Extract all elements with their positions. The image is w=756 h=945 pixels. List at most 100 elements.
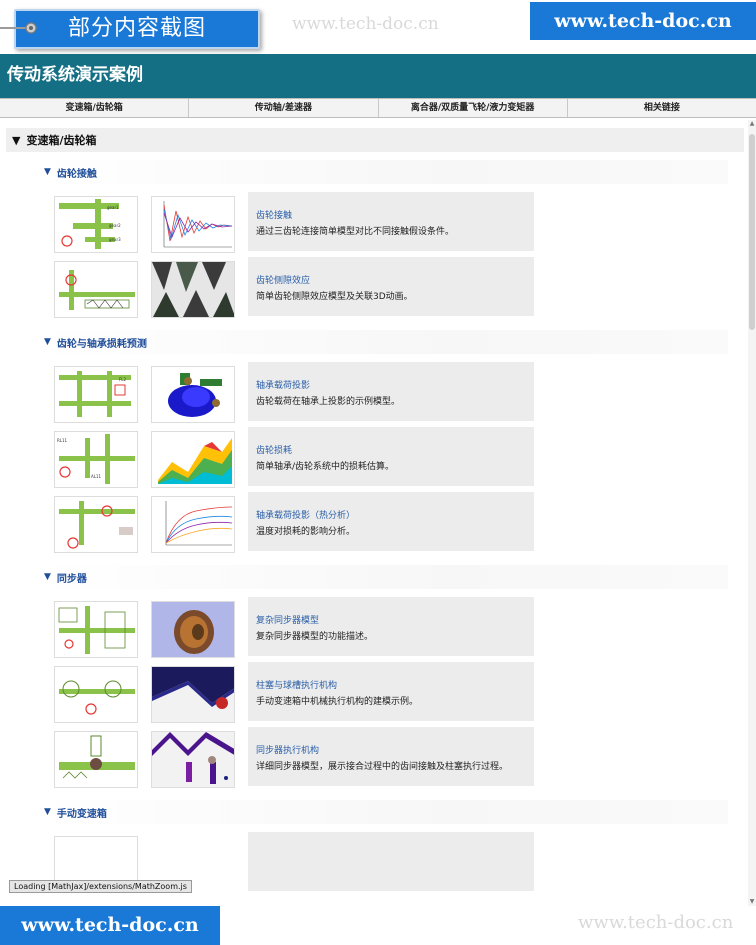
svg-text:AL11: AL11 (91, 474, 102, 479)
tab-clutch[interactable]: 离合器/双质量飞轮/液力变矩器 (379, 99, 568, 117)
brand-banner-bottom: www.tech-doc.cn (0, 906, 220, 945)
vertical-scrollbar[interactable]: ▲ ▼ (748, 120, 756, 906)
collapse-triangle-icon[interactable]: ▼ (44, 167, 51, 177)
item-description: 温度对损耗的影响分析。 (256, 527, 356, 537)
pin-icon (0, 22, 37, 34)
list-item[interactable]: RL11 AL11 齿轮损耗 简单轴承/齿轮系统中的损耗估算。 (0, 427, 748, 492)
plunger-3d-icon (152, 667, 234, 722)
list-item[interactable]: 复杂同步器模型 复杂同步器模型的功能描述。 (0, 597, 748, 662)
item-card: 齿轮侧隙效应 简单齿轮侧隙效应模型及关联3D动画。 (248, 257, 534, 316)
group-items: FL2 轴承载荷投影 齿轮载荷在轴承上投影的示例模型。 RL11 AL11 齿轮… (0, 362, 748, 557)
plot-thumbnail[interactable] (151, 496, 235, 553)
model-diagram-thumbnail[interactable] (54, 496, 138, 553)
collapse-triangle-icon[interactable]: ▼ (44, 337, 51, 347)
tab-driveshaft[interactable]: 传动轴/差速器 (189, 99, 379, 117)
list-item[interactable]: gear1 gear2 gear3 齿轮接触 通过三齿轮连接简单模型对比不同接触… (0, 192, 748, 257)
thermal-model-diagram-icon (59, 501, 135, 549)
item-link[interactable]: 轴承载荷投影（热分析） (256, 508, 534, 521)
surface-plot-thumbnail[interactable] (151, 431, 235, 488)
engagement-3d-icon (152, 732, 234, 787)
group-title: 同步器 (56, 573, 87, 585)
brand-banner-top: www.tech-doc.cn (530, 2, 756, 40)
item-link[interactable]: 柱塞与球槽执行机构 (256, 678, 534, 691)
item-card: 齿轮接触 通过三齿轮连接简单模型对比不同接触假设条件。 (248, 192, 534, 251)
group-items: gear1 gear2 gear3 齿轮接触 通过三齿轮连接简单模型对比不同接触… (0, 192, 748, 322)
list-item[interactable]: 柱塞与球槽执行机构 手动变速箱中机械执行机构的建模示例。 (0, 662, 748, 727)
model-diagram-thumbnail[interactable]: gear1 gear2 gear3 (54, 196, 138, 253)
item-card: 复杂同步器模型 复杂同步器模型的功能描述。 (248, 597, 534, 656)
group-header-manual-gearbox[interactable]: ▼ 手动变速箱 (34, 800, 728, 824)
demo-browser-window: 传动系统演示案例 变速箱/齿轮箱 传动轴/差速器 离合器/双质量飞轮/液力变矩器… (0, 54, 756, 906)
synchronizer-model-diagram-icon (58, 606, 135, 654)
watermark-bottom: www.tech-doc.cn (578, 912, 734, 933)
tab-related-links[interactable]: 相关链接 (568, 99, 756, 117)
svg-text:FL2: FL2 (119, 377, 127, 382)
oscillation-plot-icon (163, 201, 233, 248)
item-link[interactable]: 复杂同步器模型 (256, 613, 534, 626)
item-card: 轴承载荷投影（热分析） 温度对损耗的影响分析。 (248, 492, 534, 551)
group-header-loss-prediction[interactable]: ▼ 齿轮与轴承损耗预测 (34, 330, 728, 354)
backlash-model-diagram-icon (59, 270, 135, 310)
item-card: 轴承载荷投影 齿轮载荷在轴承上投影的示例模型。 (248, 362, 534, 421)
synchronizer-3d-icon (152, 602, 234, 657)
content-area: ▼ 变速箱/齿轮箱 ▼ 齿轮接触 gear1 gear2 gear3 齿轮接触 … (0, 120, 748, 906)
scroll-down-arrow-icon[interactable]: ▼ (748, 898, 756, 906)
item-description: 通过三齿轮连接简单模型对比不同接触假设条件。 (256, 227, 455, 237)
sync-actuator-model-diagram-icon (59, 735, 135, 779)
svg-text:gear2: gear2 (109, 223, 121, 228)
item-link[interactable]: 齿轮接触 (256, 208, 534, 221)
item-link[interactable]: 同步器执行机构 (256, 743, 534, 756)
item-description: 手动变速箱中机械执行机构的建模示例。 (256, 697, 419, 707)
loss-model-diagram-icon: RL11 AL11 (57, 434, 135, 484)
group-title: 齿轮接触 (56, 168, 97, 180)
model-diagram-thumbnail[interactable] (54, 666, 138, 723)
item-link[interactable]: 齿轮侧隙效应 (256, 273, 534, 286)
collapse-triangle-icon[interactable]: ▼ (44, 572, 51, 582)
bearing-model-diagram-icon: FL2 (59, 371, 131, 417)
screenshot-overlay-top: 部分内容截图 www.tech-doc.cn www.tech-doc.cn (0, 0, 756, 54)
model-diagram-thumbnail[interactable] (54, 601, 138, 658)
svg-text:gear1: gear1 (107, 205, 119, 210)
list-item[interactable]: 齿轮侧隙效应 简单齿轮侧隙效应模型及关联3D动画。 (0, 257, 748, 322)
tab-gearbox[interactable]: 变速箱/齿轮箱 (0, 99, 190, 117)
item-card: 齿轮损耗 简单轴承/齿轮系统中的损耗估算。 (248, 427, 534, 486)
model-diagram-thumbnail[interactable]: FL2 (54, 366, 138, 423)
collapse-triangle-icon[interactable]: ▼ (44, 807, 51, 817)
item-description: 齿轮载荷在轴承上投影的示例模型。 (256, 397, 401, 407)
animation-thumbnail[interactable] (151, 261, 235, 318)
group-title: 齿轮与轴承损耗预测 (56, 338, 147, 350)
plot-thumbnail[interactable] (151, 196, 235, 253)
collapse-triangle-icon[interactable]: ▼ (12, 134, 20, 147)
item-link[interactable]: 轴承载荷投影 (256, 378, 534, 391)
watermark-top: www.tech-doc.cn (292, 14, 439, 34)
model-diagram-thumbnail[interactable]: RL11 AL11 (54, 431, 138, 488)
animation-thumbnail[interactable] (151, 366, 235, 423)
item-card (248, 832, 534, 891)
item-link[interactable]: 齿轮损耗 (256, 443, 534, 456)
gear-model-diagram-icon: gear1 gear2 gear3 (59, 199, 121, 249)
item-description: 复杂同步器模型的功能描述。 (256, 632, 374, 642)
group-header-gear-contact[interactable]: ▼ 齿轮接触 (34, 160, 728, 184)
model-diagram-thumbnail[interactable] (54, 731, 138, 788)
list-item[interactable]: FL2 轴承载荷投影 齿轮载荷在轴承上投影的示例模型。 (0, 362, 748, 427)
list-item[interactable]: 轴承载荷投影（热分析） 温度对损耗的影响分析。 (0, 492, 748, 557)
loss-surface-plot-icon (158, 438, 232, 484)
gear-teeth-3d-icon (152, 262, 234, 317)
animation-thumbnail[interactable] (151, 601, 235, 658)
animation-thumbnail[interactable] (151, 666, 235, 723)
snip-label: 部分内容截图 (14, 9, 260, 49)
section-title: 变速箱/齿轮箱 (26, 134, 97, 147)
animation-thumbnail[interactable] (151, 731, 235, 788)
item-description: 简单轴承/齿轮系统中的损耗估算。 (256, 462, 395, 472)
model-diagram-thumbnail[interactable] (54, 261, 138, 318)
scroll-thumb[interactable] (749, 134, 755, 330)
page-title: 传动系统演示案例 (0, 54, 756, 98)
actuator-model-diagram-icon (59, 680, 135, 715)
group-items: 复杂同步器模型 复杂同步器模型的功能描述。 柱塞与球槽执行机构 手动变速箱中机械… (0, 597, 748, 792)
svg-text:RL11: RL11 (57, 438, 68, 443)
scroll-up-arrow-icon[interactable]: ▲ (748, 120, 756, 128)
list-item[interactable]: 同步器执行机构 详细同步器模型，展示接合过程中的齿间接触及柱塞执行过程。 (0, 727, 748, 792)
group-header-synchronizer[interactable]: ▼ 同步器 (34, 565, 728, 589)
section-header-gearbox[interactable]: ▼ 变速箱/齿轮箱 (6, 128, 744, 152)
mathjax-status: Loading [MathJax]/extensions/MathZoom.js (9, 880, 192, 893)
